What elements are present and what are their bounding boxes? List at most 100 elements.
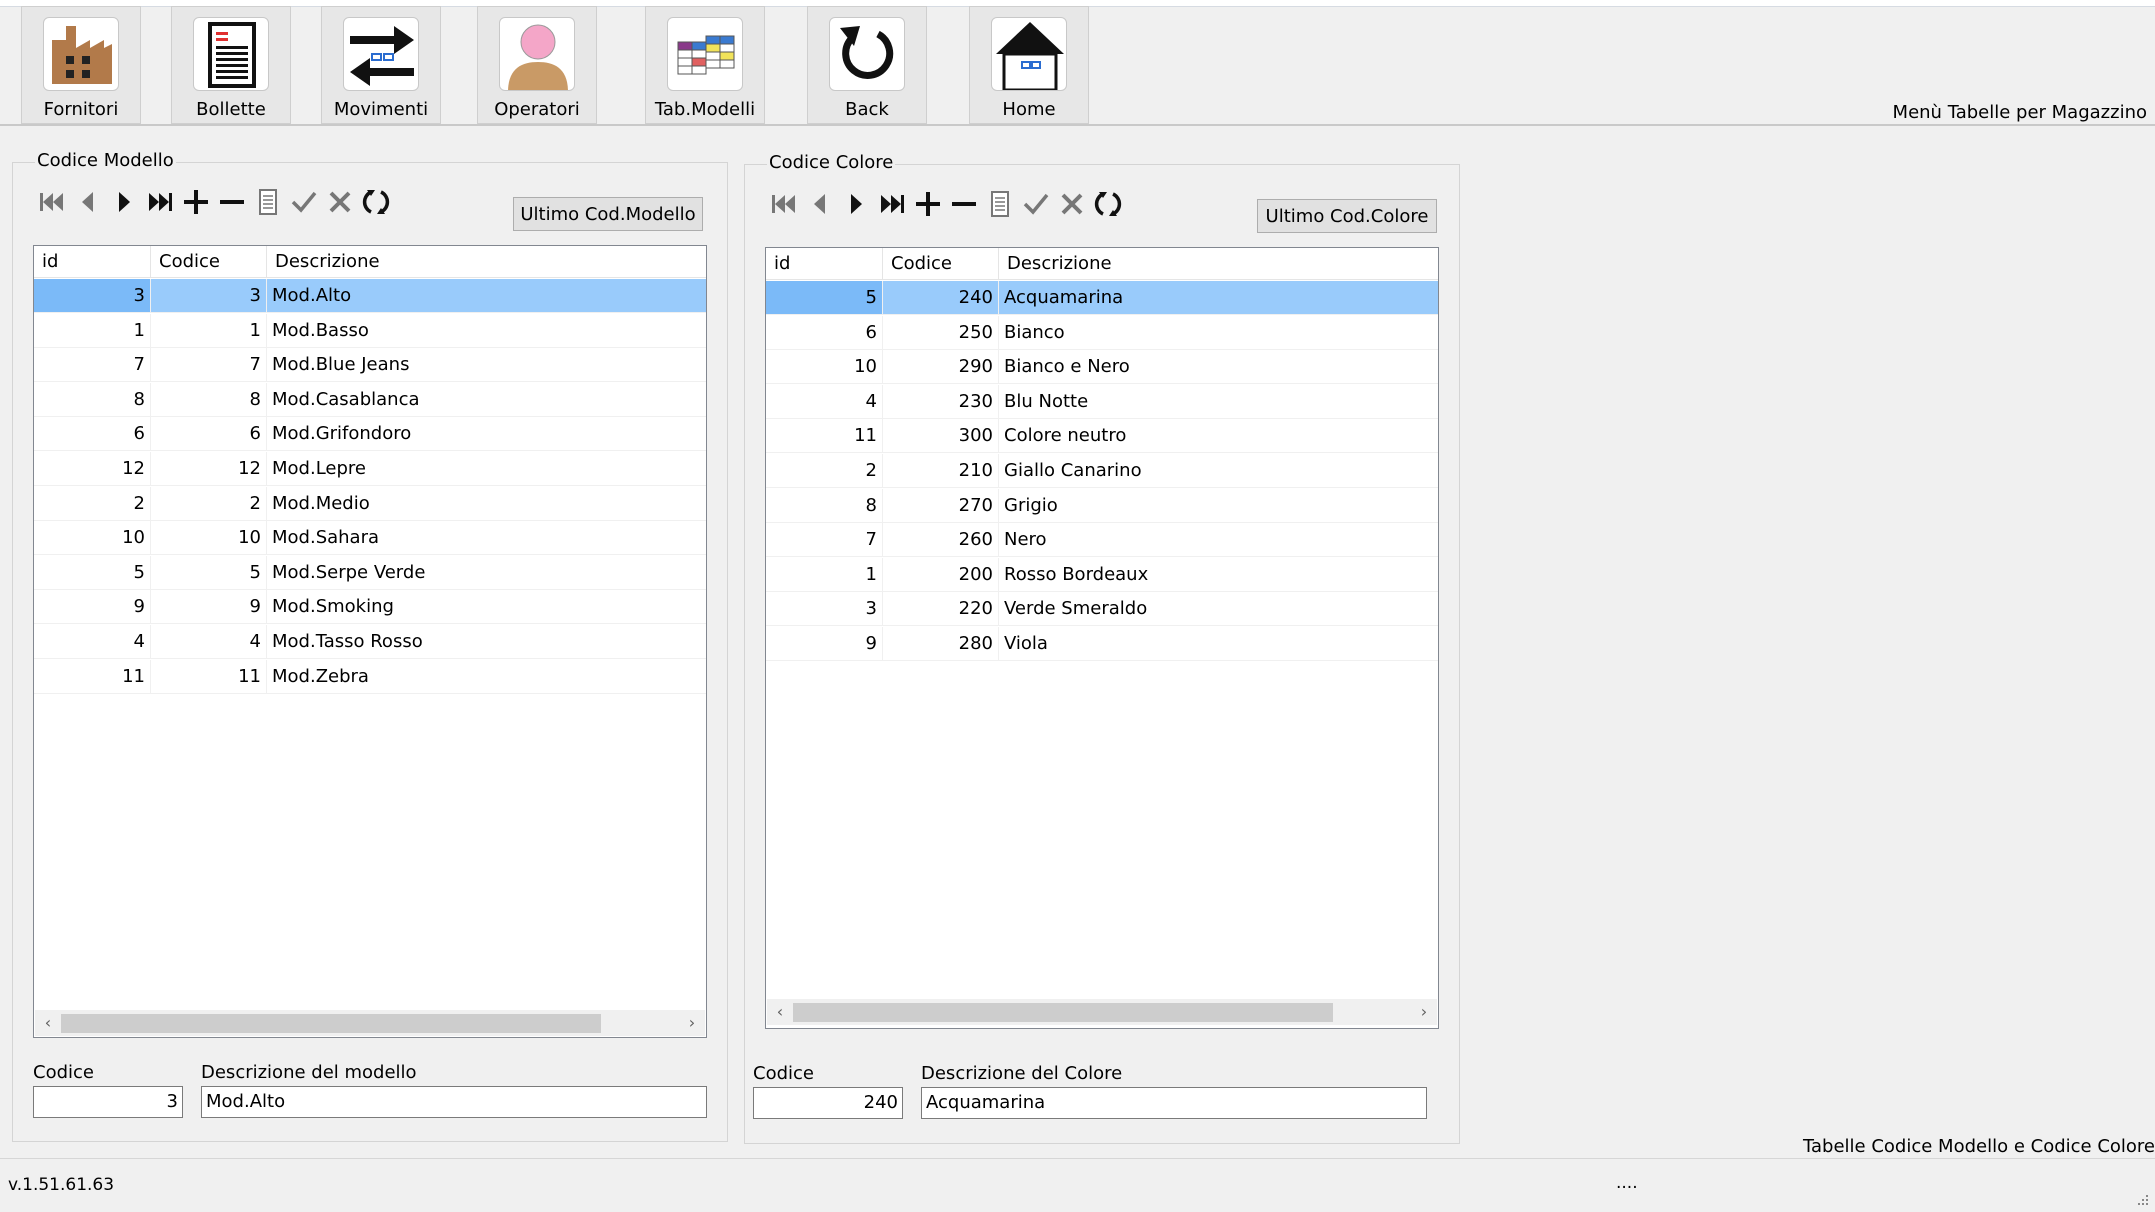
- colore-horizontal-scrollbar[interactable]: ‹ ›: [767, 999, 1437, 1025]
- first-record-icon[interactable]: [766, 184, 802, 224]
- table-row[interactable]: 1 1 Mod.Basso: [34, 313, 706, 348]
- post-record-icon[interactable]: [286, 182, 322, 222]
- scrollbar-thumb[interactable]: [793, 1003, 1333, 1022]
- home-button[interactable]: Home: [969, 6, 1089, 124]
- table-row[interactable]: 2 210 Giallo Canarino: [766, 454, 1438, 488]
- delete-record-icon[interactable]: [214, 182, 250, 222]
- refresh-icon[interactable]: [1090, 184, 1126, 224]
- previous-record-icon[interactable]: [70, 182, 106, 222]
- cell-codice: 230: [883, 384, 999, 419]
- cell-id: 2: [34, 486, 151, 521]
- table-row[interactable]: 5 240 Acquamarina: [766, 281, 1438, 315]
- cell-id: 10: [34, 521, 151, 556]
- scroll-right-icon[interactable]: ›: [1411, 999, 1437, 1025]
- table-row[interactable]: 4 230 Blu Notte: [766, 384, 1438, 419]
- post-record-icon[interactable]: [1018, 184, 1054, 224]
- status-bar: v.1.51.61.63 ....: [0, 1158, 2155, 1212]
- last-record-icon[interactable]: [142, 182, 178, 222]
- ultimo-cod-colore-button[interactable]: Ultimo Cod.Colore: [1257, 199, 1437, 233]
- cell-id: 9: [766, 627, 883, 661]
- back-label: Back: [845, 99, 889, 120]
- tab-modelli-button[interactable]: Tab.Modelli: [645, 6, 765, 124]
- edit-record-icon[interactable]: [982, 184, 1018, 224]
- cell-id: 4: [34, 625, 151, 659]
- first-record-icon[interactable]: [34, 182, 70, 222]
- modello-horizontal-scrollbar[interactable]: ‹ ›: [35, 1010, 705, 1036]
- home-label: Home: [1002, 99, 1056, 120]
- scroll-left-icon[interactable]: ‹: [35, 1010, 61, 1036]
- cell-id: 8: [34, 382, 151, 417]
- cell-descrizione: Giallo Canarino: [999, 454, 1438, 488]
- table-row[interactable]: 11 300 Colore neutro: [766, 419, 1438, 454]
- table-row[interactable]: 10 10 Mod.Sahara: [34, 521, 706, 556]
- cancel-record-icon[interactable]: [322, 182, 358, 222]
- table-row[interactable]: 12 12 Mod.Lepre: [34, 452, 706, 486]
- cell-descrizione: Viola: [999, 627, 1438, 661]
- cell-codice: 260: [883, 523, 999, 558]
- modello-grid-header: id Codice Descrizione: [34, 246, 706, 278]
- cancel-record-icon[interactable]: [1054, 184, 1090, 224]
- add-record-icon[interactable]: [910, 184, 946, 224]
- colore-descrizione-input[interactable]: Acquamarina: [921, 1087, 1427, 1119]
- colore-grid[interactable]: id Codice Descrizione 5 240 Acquamarina 6 25…: [765, 247, 1439, 1029]
- cell-id: 11: [766, 419, 883, 454]
- table-row[interactable]: 1 200 Rosso Bordeaux: [766, 557, 1438, 592]
- toolbar-separator: [0, 124, 2155, 126]
- transfer-arrows-icon: [343, 17, 419, 91]
- cell-codice: 250: [883, 315, 999, 350]
- delete-record-icon[interactable]: [946, 184, 982, 224]
- cell-descrizione: Mod.Serpe Verde: [267, 556, 706, 590]
- cell-codice: 200: [883, 557, 999, 592]
- status-text: ....: [1616, 1173, 1638, 1193]
- refresh-icon[interactable]: [358, 182, 394, 222]
- table-row[interactable]: 6 250 Bianco: [766, 315, 1438, 350]
- previous-record-icon[interactable]: [802, 184, 838, 224]
- column-header-id[interactable]: id: [766, 248, 883, 280]
- table-row[interactable]: 6 6 Mod.Grifondoro: [34, 417, 706, 452]
- tab-modelli-label: Tab.Modelli: [654, 99, 756, 120]
- ultimo-cod-modello-button[interactable]: Ultimo Cod.Modello: [513, 197, 703, 231]
- table-row[interactable]: 5 5 Mod.Serpe Verde: [34, 555, 706, 590]
- last-record-icon[interactable]: [874, 184, 910, 224]
- fornitori-button[interactable]: Fornitori: [21, 6, 141, 124]
- table-row[interactable]: 10 290 Bianco e Nero: [766, 350, 1438, 385]
- add-record-icon[interactable]: [178, 182, 214, 222]
- table-row[interactable]: 4 4 Mod.Tasso Rosso: [34, 625, 706, 659]
- table-row[interactable]: 7 7 Mod.Blue Jeans: [34, 348, 706, 383]
- movimenti-button[interactable]: Movimenti: [321, 6, 441, 124]
- bollette-button[interactable]: Bollette: [171, 6, 291, 124]
- column-header-codice[interactable]: Codice: [883, 248, 999, 280]
- cell-codice: 7: [151, 348, 267, 383]
- cell-descrizione: Verde Smeraldo: [999, 592, 1438, 627]
- table-row[interactable]: 3 220 Verde Smeraldo: [766, 592, 1438, 627]
- edit-record-icon[interactable]: [250, 182, 286, 222]
- modello-descrizione-input[interactable]: Mod.Alto: [201, 1086, 707, 1118]
- table-row[interactable]: 3 3 Mod.Alto: [34, 279, 706, 313]
- cell-codice: 10: [151, 521, 267, 556]
- back-button[interactable]: Back: [807, 6, 927, 124]
- modello-descrizione-label: Descrizione del modello: [201, 1062, 417, 1083]
- resize-grip-icon[interactable]: [2135, 1192, 2149, 1206]
- scroll-right-icon[interactable]: ›: [679, 1010, 705, 1036]
- table-row[interactable]: 7 260 Nero: [766, 523, 1438, 558]
- column-header-codice[interactable]: Codice: [151, 246, 267, 278]
- modello-grid[interactable]: id Codice Descrizione 3 3 Mod.Alto 1 1 Mod.Ba…: [33, 245, 707, 1038]
- table-row[interactable]: 2 2 Mod.Medio: [34, 486, 706, 521]
- scroll-left-icon[interactable]: ‹: [767, 999, 793, 1025]
- table-row[interactable]: 9 280 Viola: [766, 627, 1438, 661]
- table-row[interactable]: 11 11 Mod.Zebra: [34, 659, 706, 694]
- modello-codice-input[interactable]: 3: [33, 1086, 183, 1118]
- scrollbar-thumb[interactable]: [61, 1014, 601, 1033]
- table-row[interactable]: 9 9 Mod.Smoking: [34, 590, 706, 625]
- column-header-id[interactable]: id: [34, 246, 151, 278]
- colore-codice-input[interactable]: 240: [753, 1087, 903, 1119]
- column-header-descrizione[interactable]: Descrizione: [267, 246, 706, 278]
- cell-codice: 1: [151, 313, 267, 348]
- column-header-descrizione[interactable]: Descrizione: [999, 248, 1438, 280]
- cell-id: 11: [34, 659, 151, 694]
- table-row[interactable]: 8 270 Grigio: [766, 488, 1438, 523]
- operatori-button[interactable]: Operatori: [477, 6, 597, 124]
- next-record-icon[interactable]: [106, 182, 142, 222]
- next-record-icon[interactable]: [838, 184, 874, 224]
- table-row[interactable]: 8 8 Mod.Casablanca: [34, 382, 706, 417]
